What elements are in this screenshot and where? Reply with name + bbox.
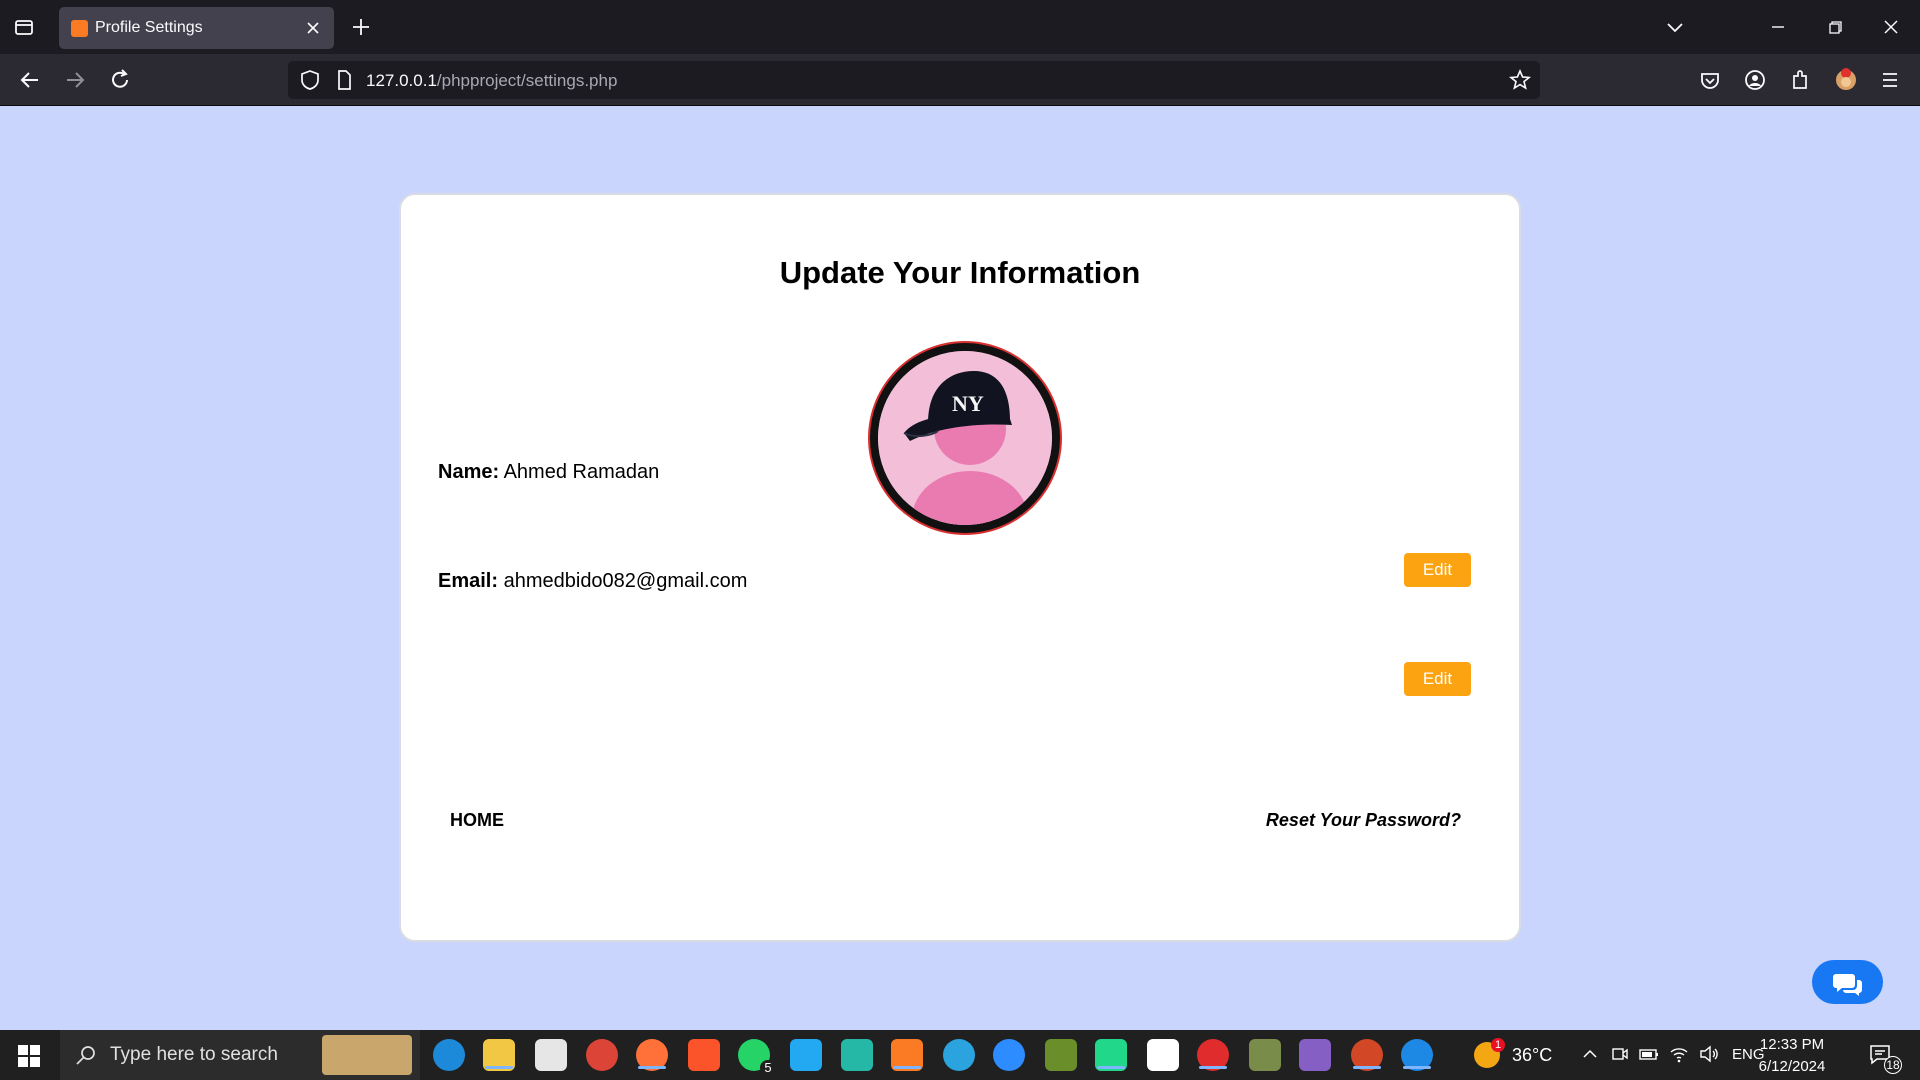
whatsapp-icon[interactable]: 5 [738, 1039, 776, 1075]
tracking-shield-icon[interactable] [298, 68, 322, 92]
lambda-app-icon[interactable] [1045, 1039, 1077, 1071]
url-path: /phpproject/settings.php [436, 71, 618, 90]
screen-recorder-icon[interactable] [1197, 1039, 1229, 1071]
firefox-icon[interactable] [636, 1039, 668, 1071]
forward-icon[interactable] [59, 64, 91, 96]
tab-title: Profile Settings [95, 19, 203, 36]
charge-app-icon[interactable] [841, 1039, 873, 1071]
svg-text:NY: NY [952, 391, 984, 416]
blue-app-icon[interactable] [1401, 1039, 1433, 1071]
weather-badge: 1 [1491, 1038, 1505, 1052]
minimize-icon[interactable] [1763, 12, 1793, 42]
list-all-tabs-icon[interactable] [1660, 12, 1690, 42]
chrome-icon[interactable] [586, 1039, 618, 1071]
capcut-icon[interactable] [1147, 1039, 1179, 1071]
file-explorer-icon[interactable] [483, 1039, 515, 1071]
visual-studio-icon[interactable] [1299, 1039, 1331, 1071]
whatsapp-badge: 5 [760, 1060, 776, 1075]
weather-sun-icon[interactable]: 1 [1474, 1038, 1505, 1068]
powerpoint-icon[interactable] [1351, 1039, 1383, 1071]
notification-badge: 18 [1884, 1056, 1902, 1074]
extensions-icon[interactable] [1784, 64, 1816, 96]
xampp-favicon-icon [71, 20, 88, 37]
edge-icon[interactable] [433, 1039, 465, 1071]
close-window-icon[interactable] [1876, 12, 1906, 42]
search-placeholder: Type here to search [110, 1044, 278, 1065]
taskbar-clock[interactable]: 12:33 PM 6/12/2024 [1757, 1034, 1827, 1078]
email-value: ahmedbido082@gmail.com [503, 570, 748, 592]
profile-settings-card: Update Your Information NY Name: Ahmed R… [399, 193, 1521, 942]
reload-icon[interactable] [104, 64, 136, 96]
app-menu-icon[interactable] [1874, 64, 1906, 96]
chat-bubbles-icon [1833, 974, 1862, 996]
zoom-icon[interactable] [993, 1039, 1025, 1071]
search-icon [74, 1043, 98, 1067]
profile-avatar[interactable]: NY [870, 343, 1060, 533]
windows-start-icon[interactable] [18, 1045, 40, 1067]
vscode-icon[interactable] [790, 1039, 822, 1071]
active-tab[interactable]: Profile Settings [59, 7, 334, 49]
email-label: Email: [438, 570, 499, 592]
page-title: Update Your Information [779, 255, 1141, 290]
edit-email-button[interactable]: Edit [1404, 662, 1471, 696]
tab-close-icon[interactable] [302, 17, 324, 39]
reset-password-link[interactable]: Reset Your Password? [1266, 810, 1461, 831]
edit-name-button[interactable]: Edit [1404, 553, 1471, 587]
name-row: Name: Ahmed Ramadan [438, 461, 659, 484]
search-highlight-illustration-icon [322, 1035, 412, 1075]
microsoft-store-icon[interactable] [535, 1039, 567, 1071]
name-value: Ahmed Ramadan [503, 461, 660, 483]
restore-icon[interactable] [1820, 12, 1850, 42]
volume-icon[interactable] [1698, 1044, 1720, 1064]
account-icon[interactable] [1739, 64, 1771, 96]
clock-date: 6/12/2024 [1758, 1058, 1826, 1075]
xampp-icon[interactable] [891, 1039, 923, 1071]
clock-time: 12:33 PM [1759, 1036, 1825, 1053]
pycharm-icon[interactable] [1095, 1039, 1127, 1071]
name-label: Name: [438, 461, 500, 483]
windows-taskbar: Type here to search 5 1 36°C ENG 12:33 P… [0, 1030, 1920, 1080]
battery-icon[interactable] [1638, 1044, 1660, 1064]
telegram-icon[interactable] [943, 1039, 975, 1071]
url-host: 127.0.0.1 [366, 71, 437, 90]
url-text[interactable]: 127.0.0.1/phpproject/settings.php [366, 71, 617, 91]
avatar-image-icon: NY [878, 351, 1052, 525]
taskbar-search-box[interactable]: Type here to search [60, 1030, 420, 1080]
extension-avatar-icon[interactable] [1830, 64, 1862, 96]
page-info-icon[interactable] [332, 68, 356, 92]
browser-nav-bar: 127.0.0.1/phpproject/settings.php [0, 54, 1920, 106]
url-bar[interactable]: 127.0.0.1/phpproject/settings.php [288, 61, 1540, 99]
bookmark-star-icon[interactable] [1508, 68, 1532, 92]
new-tab-icon[interactable] [348, 14, 374, 40]
camera-icon[interactable] [1610, 1044, 1630, 1064]
chevron-up-icon[interactable] [1580, 1044, 1600, 1064]
home-link[interactable]: HOME [450, 810, 504, 831]
pocket-icon[interactable] [1694, 64, 1726, 96]
notification-center-icon[interactable]: 18 [1868, 1042, 1902, 1074]
wifi-icon[interactable] [1668, 1044, 1690, 1064]
email-row: Email: ahmedbido082@gmail.com [438, 570, 747, 593]
chat-button[interactable] [1812, 960, 1883, 1004]
game-app-icon[interactable] [1249, 1039, 1281, 1071]
weather-temperature[interactable]: 36°C [1512, 1045, 1552, 1066]
tab-list-icon[interactable] [10, 13, 38, 41]
back-icon[interactable] [14, 64, 46, 96]
browser-tab-bar: Profile Settings [0, 0, 1920, 54]
brave-icon[interactable] [688, 1039, 720, 1071]
